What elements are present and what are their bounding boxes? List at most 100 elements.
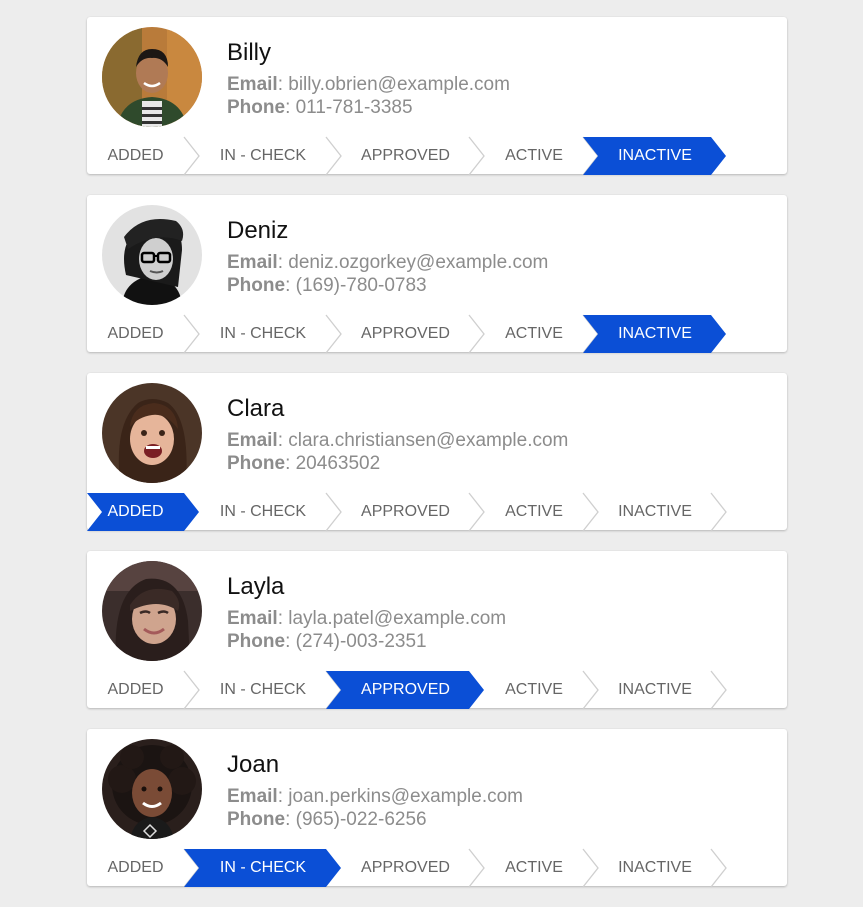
status-step-inactive[interactable]: INACTIVE [583, 492, 727, 532]
status-step-approved[interactable]: APPROVED [326, 314, 485, 354]
avatar [102, 739, 202, 839]
contact-card-layla: Layla Email: layla.patel@example.com Phone… [87, 551, 787, 710]
status-step-in-check[interactable]: IN - CHECK [184, 670, 342, 710]
phone-label: Phone [227, 631, 286, 652]
email-value: : billy.obrien@example.com [277, 74, 510, 95]
status-step-label: INACTIVE [618, 503, 692, 520]
contact-phone: Phone: (274)-003-2351 [227, 630, 427, 653]
status-step-inactive[interactable]: INACTIVE [583, 315, 726, 353]
status-stepper: ADDED IN - CHECK APPROVED ACTIVE INACTIVE [87, 136, 737, 176]
status-step-label: ADDED [107, 503, 164, 520]
phone-value: : (965)-022-6256 [285, 809, 427, 830]
status-step-label: IN - CHECK [219, 859, 307, 876]
status-step-label: ADDED [107, 859, 164, 876]
email-label: Email [227, 430, 278, 451]
status-step-added[interactable]: ADDED [87, 670, 200, 710]
status-step-inactive[interactable]: INACTIVE [583, 137, 726, 175]
contact-email: Email: billy.obrien@example.com [227, 73, 510, 96]
contact-name: Deniz [227, 217, 289, 244]
status-step-label: IN - CHECK [219, 503, 307, 520]
status-step-in-check[interactable]: IN - CHECK [184, 849, 341, 887]
contact-card-deniz: Deniz Email: deniz.ozgorkey@example.com Ph… [87, 195, 787, 354]
email-value: : joan.perkins@example.com [277, 786, 523, 807]
status-step-active[interactable]: ACTIVE [469, 670, 599, 710]
status-step-label: ACTIVE [505, 147, 563, 164]
phone-label: Phone [227, 809, 286, 830]
status-step-in-check[interactable]: IN - CHECK [184, 136, 342, 176]
status-step-label: APPROVED [361, 503, 450, 520]
contact-phone: Phone: 20463502 [227, 452, 380, 475]
contact-email: Email: deniz.ozgorkey@example.com [227, 251, 548, 274]
contact-name: Clara [227, 395, 285, 422]
contact-phone: Phone: (169)-780-0783 [227, 274, 427, 297]
phone-value: : 20463502 [285, 453, 381, 474]
status-step-in-check[interactable]: IN - CHECK [184, 492, 342, 532]
contact-name: Layla [227, 573, 285, 600]
status-step-label: APPROVED [361, 325, 450, 342]
contact-email: Email: clara.christiansen@example.com [227, 429, 568, 452]
avatar [102, 561, 202, 661]
status-step-active[interactable]: ACTIVE [469, 492, 599, 532]
status-stepper: ADDED IN - CHECK APPROVED ACTIVE INACTIVE [87, 314, 737, 354]
email-value: : deniz.ozgorkey@example.com [277, 252, 549, 273]
avatar [102, 27, 202, 127]
status-step-label: INACTIVE [618, 859, 692, 876]
status-step-label: IN - CHECK [219, 681, 307, 698]
contact-list: Billy Email: billy.obrien@example.com Phon… [87, 17, 787, 907]
status-step-label: APPROVED [361, 681, 450, 698]
status-step-added[interactable]: ADDED [87, 136, 200, 176]
status-step-inactive[interactable]: INACTIVE [583, 670, 727, 710]
status-step-label: ACTIVE [505, 503, 563, 520]
avatar [102, 205, 202, 305]
status-stepper: ADDED IN - CHECK APPROVED ACTIVE INACTIVE [87, 492, 737, 532]
status-step-approved[interactable]: APPROVED [326, 492, 485, 532]
status-step-label: INACTIVE [618, 681, 692, 698]
status-step-in-check[interactable]: IN - CHECK [184, 314, 342, 354]
status-step-added[interactable]: ADDED [87, 493, 199, 531]
status-step-label: ACTIVE [505, 859, 563, 876]
status-step-added[interactable]: ADDED [87, 848, 200, 888]
contact-email: Email: joan.perkins@example.com [227, 785, 523, 808]
contact-card-joan: Joan Email: joan.perkins@example.com Phone… [87, 729, 787, 888]
status-step-label: ACTIVE [505, 681, 563, 698]
status-stepper: ADDED IN - CHECK APPROVED ACTIVE INACTIVE [87, 848, 737, 888]
status-step-added[interactable]: ADDED [87, 314, 200, 354]
status-step-active[interactable]: ACTIVE [469, 136, 599, 176]
status-step-label: ADDED [107, 147, 164, 164]
status-step-label: ADDED [107, 325, 164, 342]
status-step-label: IN - CHECK [219, 147, 307, 164]
status-stepper: ADDED IN - CHECK APPROVED ACTIVE INACTIVE [87, 670, 737, 710]
status-step-active[interactable]: ACTIVE [469, 848, 599, 888]
contact-phone: Phone: 011-781-3385 [227, 96, 413, 119]
email-value: : clara.christiansen@example.com [277, 430, 569, 451]
email-label: Email [227, 608, 278, 629]
email-value: : layla.patel@example.com [277, 608, 507, 629]
contact-name: Billy [227, 39, 272, 66]
contact-email: Email: layla.patel@example.com [227, 607, 506, 630]
status-step-active[interactable]: ACTIVE [469, 314, 599, 354]
email-label: Email [227, 786, 278, 807]
phone-value: : (169)-780-0783 [285, 275, 427, 296]
status-step-approved[interactable]: APPROVED [326, 848, 485, 888]
status-step-label: INACTIVE [618, 147, 692, 164]
contact-card-billy: Billy Email: billy.obrien@example.com Phon… [87, 17, 787, 176]
avatar [102, 383, 202, 483]
phone-value: : (274)-003-2351 [285, 631, 427, 652]
status-step-label: IN - CHECK [219, 325, 307, 342]
status-step-label: APPROVED [361, 859, 450, 876]
status-step-label: ACTIVE [505, 325, 563, 342]
email-label: Email [227, 252, 278, 273]
status-step-label: INACTIVE [618, 325, 692, 342]
status-step-approved[interactable]: APPROVED [326, 136, 485, 176]
phone-label: Phone [227, 275, 286, 296]
status-step-approved[interactable]: APPROVED [326, 671, 484, 709]
status-step-label: APPROVED [361, 147, 450, 164]
phone-label: Phone [227, 97, 286, 118]
phone-label: Phone [227, 453, 286, 474]
phone-value: : 011-781-3385 [285, 97, 413, 118]
email-label: Email [227, 74, 278, 95]
contact-card-clara: Clara Email: clara.christiansen@example.c… [87, 373, 787, 532]
contact-name: Joan [227, 751, 280, 778]
status-step-inactive[interactable]: INACTIVE [583, 848, 727, 888]
contact-phone: Phone: (965)-022-6256 [227, 808, 427, 831]
